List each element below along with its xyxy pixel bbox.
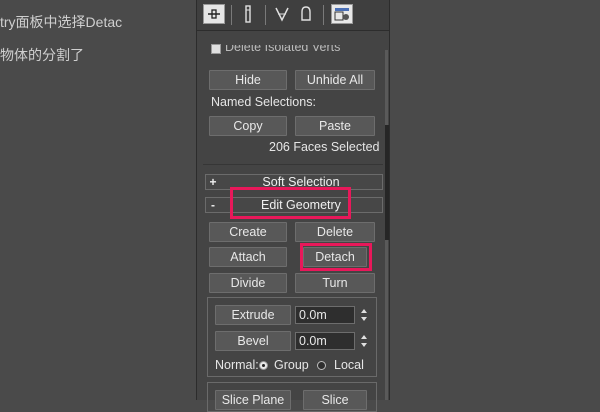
delete-isolated-verts-label: Delete Isolated Verts [225, 40, 341, 54]
slice-button[interactable]: Slice [303, 390, 367, 410]
normal-group-label: Group [274, 358, 309, 372]
extrude-spinner-icon[interactable] [358, 306, 370, 324]
attach-button[interactable]: Attach [209, 247, 287, 267]
extrude-amount-field[interactable]: 0.0m [295, 306, 355, 324]
delete-button[interactable]: Delete [295, 222, 375, 242]
background-text-line-1: try面板中选择Detac [0, 14, 123, 30]
bevel-button[interactable]: Bevel [215, 331, 291, 351]
normal-local-radio[interactable] [317, 361, 326, 370]
selection-status: 206 Faces Selected [269, 140, 380, 154]
bevel-spinner-icon[interactable] [358, 332, 370, 350]
rollout-divider [203, 164, 383, 165]
named-selections-label: Named Selections: [211, 95, 316, 109]
unhide-all-button[interactable]: Unhide All [295, 70, 375, 90]
normal-label: Normal: [215, 358, 259, 372]
normal-local-label: Local [334, 358, 364, 372]
soft-selection-expand-sign: + [209, 175, 217, 189]
create-button[interactable]: Create [209, 222, 287, 242]
turn-button[interactable]: Turn [295, 273, 375, 293]
panel-toolbar [197, 0, 389, 31]
normal-group-radio[interactable] [259, 361, 268, 370]
edit-geometry-collapse-sign: - [211, 198, 215, 212]
command-panel: Delete Isolated Verts Hide Unhide All Na… [196, 0, 390, 412]
remove-modifier-icon[interactable] [295, 4, 317, 24]
hide-button[interactable]: Hide [209, 70, 287, 90]
show-end-result-icon[interactable] [237, 4, 259, 24]
bevel-amount-field[interactable]: 0.0m [295, 332, 355, 350]
make-unique-icon[interactable] [273, 4, 295, 24]
detach-highlight [300, 243, 372, 271]
copy-button[interactable]: Copy [209, 116, 287, 136]
paste-button[interactable]: Paste [295, 116, 375, 136]
edit-geometry-highlight [230, 187, 351, 219]
slice-plane-button[interactable]: Slice Plane [215, 390, 291, 410]
delete-isolated-verts-checkbox[interactable] [211, 44, 221, 54]
extrude-button[interactable]: Extrude [215, 305, 291, 325]
panel-scrollbar-thumb[interactable] [385, 125, 389, 240]
background-text-line-2: 物体的分割了 [0, 47, 84, 63]
configure-modifier-sets-icon[interactable] [331, 4, 353, 24]
divide-button[interactable]: Divide [209, 273, 287, 293]
pin-stack-icon[interactable] [203, 4, 225, 24]
